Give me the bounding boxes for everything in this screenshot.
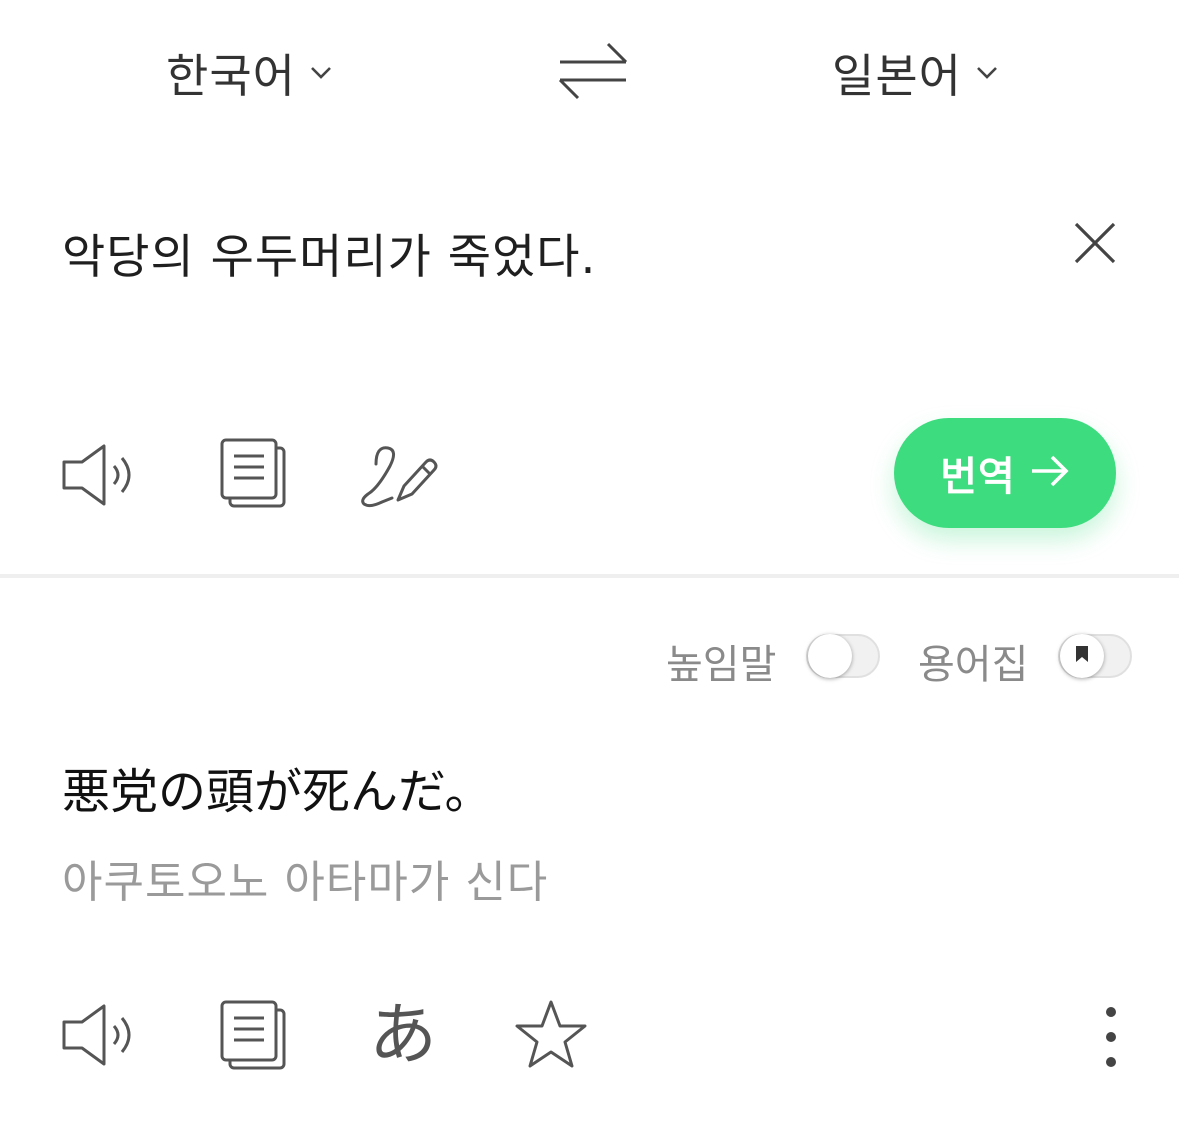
translate-button-label: 번역 — [940, 454, 1016, 500]
glossary-toggle[interactable] — [1058, 634, 1132, 678]
copy-icon[interactable] — [218, 998, 288, 1072]
chevron-down-icon — [310, 66, 332, 80]
target-language-label: 일본어 — [832, 49, 962, 103]
speaker-icon[interactable] — [60, 1000, 140, 1070]
honorific-label: 높임말 — [666, 642, 777, 688]
chevron-down-icon — [976, 66, 998, 80]
bookmark-icon — [1075, 645, 1089, 667]
translate-button[interactable]: 번역 — [894, 418, 1116, 528]
star-icon[interactable] — [514, 998, 588, 1070]
source-language-selector[interactable]: 한국어 — [166, 38, 332, 108]
toggle-knob — [1060, 634, 1104, 678]
glossary-label: 용어집 — [918, 642, 1029, 688]
target-language-selector[interactable]: 일본어 — [832, 38, 998, 108]
source-text-input[interactable]: 악당의 우두머리가 죽었다. — [62, 218, 596, 287]
handwriting-icon[interactable] — [358, 440, 440, 510]
translated-text: 悪党の頭が死んだ。 — [62, 764, 493, 820]
copy-icon[interactable] — [218, 436, 288, 510]
close-icon[interactable] — [1072, 220, 1118, 266]
section-divider — [0, 574, 1179, 578]
arrow-right-icon — [1030, 455, 1070, 491]
source-language-label: 한국어 — [166, 49, 296, 103]
swap-languages-icon[interactable] — [556, 40, 630, 102]
kana-icon[interactable]: あ — [366, 996, 440, 1076]
speaker-icon[interactable] — [60, 440, 140, 510]
pronunciation-text: 아쿠토오노 아타마가 신다 — [62, 857, 549, 908]
more-vertical-icon[interactable] — [1092, 1004, 1130, 1070]
honorific-toggle[interactable] — [806, 634, 880, 678]
toggle-knob — [808, 634, 852, 678]
